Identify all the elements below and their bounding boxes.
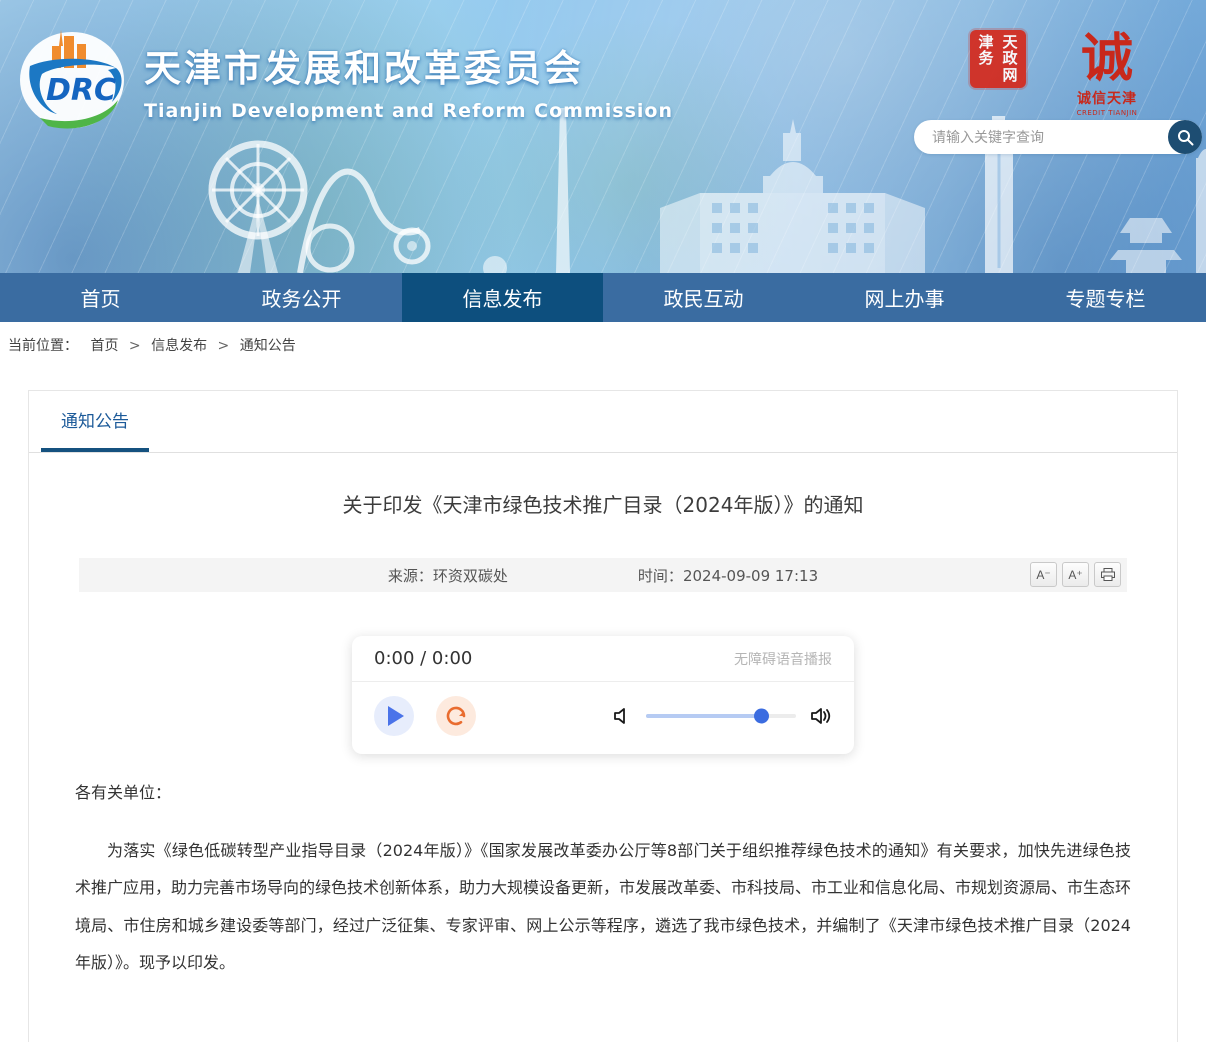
time-value: 2024-09-09 17:13 xyxy=(683,567,818,585)
font-increase-button[interactable]: A⁺ xyxy=(1062,562,1089,587)
article-time: 时间：2024-09-09 17:13 xyxy=(638,565,818,586)
play-button[interactable] xyxy=(374,696,414,736)
site-title: 天津市发展和改革委员会 xyxy=(144,38,673,92)
breadcrumb-label: 当前位置： xyxy=(8,338,78,354)
player-caption: 无障碍语音播报 xyxy=(734,649,832,669)
player-time-display: 0:00 / 0:00 xyxy=(374,648,472,669)
article-source: 来源：环资双碳处 xyxy=(388,565,508,586)
credit-tianjin-seal[interactable]: 诚 诚信天津 CREDIT TIANJIN xyxy=(1068,30,1146,117)
breadcrumb-separator: > xyxy=(218,338,230,354)
article-title: 关于印发《天津市绿色技术推广目录（2024年版）》的通知 xyxy=(89,489,1117,518)
tab-notices[interactable]: 通知公告 xyxy=(41,391,149,452)
article-paragraph: 为落实《绿色低碳转型产业指导目录（2024年版）》《国家发展改革委办公厅等8部门… xyxy=(75,832,1131,982)
volume-up-icon[interactable] xyxy=(810,706,832,726)
content-card: 通知公告 关于印发《天津市绿色技术推广目录（2024年版）》的通知 来源：环资双… xyxy=(28,390,1178,1042)
credit-seal-glyph: 诚 xyxy=(1068,30,1146,88)
logo-acronym-text: DRC xyxy=(46,73,116,108)
tianjin-gov-network-seal[interactable]: 天 津 政 务 网 xyxy=(970,30,1026,88)
player-controls xyxy=(352,682,854,754)
tab-row: 通知公告 xyxy=(29,391,1177,453)
time-label: 时间： xyxy=(638,567,683,585)
seal-char: 天 xyxy=(998,34,1022,51)
seal-char: 津 xyxy=(974,34,998,51)
source-value: 环资双碳处 xyxy=(433,567,508,585)
seal-char: 政 xyxy=(998,51,1022,68)
search-icon xyxy=(1177,129,1194,146)
breadcrumb-notices[interactable]: 通知公告 xyxy=(240,338,296,354)
print-button[interactable] xyxy=(1094,562,1121,587)
salutation: 各有关单位： xyxy=(75,780,1131,806)
header-seals: 天 津 政 务 网 诚 诚信天津 CREDIT TIANJIN xyxy=(970,30,1146,117)
breadcrumb-home[interactable]: 首页 xyxy=(90,338,118,354)
seal-char: 务 xyxy=(974,51,998,68)
nav-item-interaction[interactable]: 政民互动 xyxy=(603,273,804,322)
search-button[interactable] xyxy=(1168,120,1202,154)
article-body: 各有关单位： 为落实《绿色低碳转型产业指导目录（2024年版）》《国家发展改革委… xyxy=(29,780,1177,1042)
source-label: 来源： xyxy=(388,567,433,585)
nav-item-info-release[interactable]: 信息发布 xyxy=(402,273,603,322)
site-search xyxy=(914,120,1202,154)
article-tools: A⁻ A⁺ xyxy=(1030,562,1121,587)
replay-button[interactable] xyxy=(436,696,476,736)
site-brand: DRC 天津市发展和改革委员会 Tianjin Development and … xyxy=(12,18,673,136)
drc-logo[interactable]: DRC xyxy=(12,18,138,136)
volume-fill xyxy=(646,714,762,718)
nav-item-online-services[interactable]: 网上办事 xyxy=(804,273,1005,322)
breadcrumb: 当前位置： 首页 > 信息发布 > 通知公告 xyxy=(0,322,1206,390)
breadcrumb-info-release[interactable]: 信息发布 xyxy=(151,338,207,354)
volume-down-icon[interactable] xyxy=(612,706,632,726)
article-meta-bar: 来源：环资双碳处 时间：2024-09-09 17:13 A⁻ A⁺ xyxy=(79,558,1127,592)
refresh-icon xyxy=(444,704,468,728)
credit-seal-caption-en: CREDIT TIANJIN xyxy=(1068,109,1146,117)
credit-seal-caption: 诚信天津 xyxy=(1068,88,1146,108)
font-decrease-button[interactable]: A⁻ xyxy=(1030,562,1057,587)
tts-audio-player: 0:00 / 0:00 无障碍语音播报 xyxy=(352,636,854,754)
search-input[interactable] xyxy=(914,120,1202,154)
site-subtitle: Tianjin Development and Reform Commissio… xyxy=(144,100,673,122)
nav-item-special-topics[interactable]: 专题专栏 xyxy=(1005,273,1206,322)
breadcrumb-separator: > xyxy=(129,338,141,354)
volume-slider-thumb[interactable] xyxy=(754,709,769,724)
seal-char: 网 xyxy=(998,67,1022,84)
nav-item-gov-affairs[interactable]: 政务公开 xyxy=(201,273,402,322)
player-header: 0:00 / 0:00 无障碍语音播报 xyxy=(352,636,854,682)
main-nav: 首页 政务公开 信息发布 政民互动 网上办事 专题专栏 xyxy=(0,273,1206,322)
volume-slider[interactable] xyxy=(646,714,796,718)
header-banner: DRC 天津市发展和改革委员会 Tianjin Development and … xyxy=(0,0,1206,273)
nav-item-home[interactable]: 首页 xyxy=(0,273,201,322)
play-icon xyxy=(388,706,404,726)
printer-icon xyxy=(1101,568,1115,581)
